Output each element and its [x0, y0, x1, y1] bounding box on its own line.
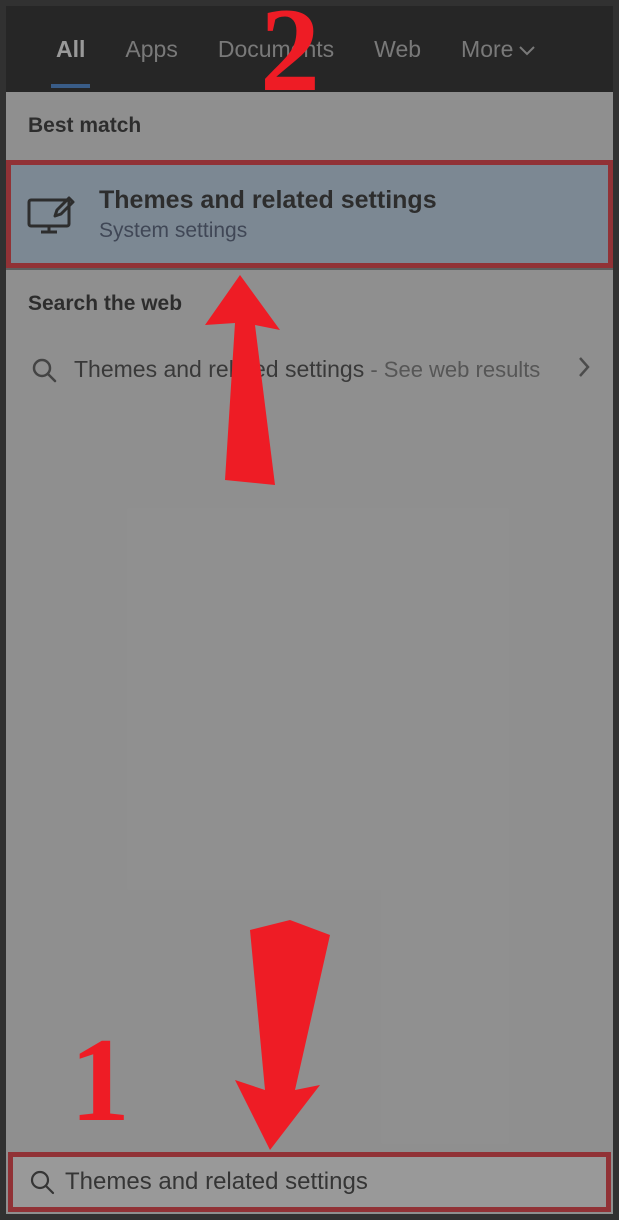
tab-web[interactable]: Web: [354, 6, 441, 92]
best-match-subtitle: System settings: [99, 219, 437, 243]
web-result-suffix: See web results: [384, 357, 541, 382]
web-search-result[interactable]: Themes and related settings - See web re…: [6, 338, 613, 401]
tab-more-label: More: [461, 36, 513, 63]
search-icon: [25, 1169, 59, 1195]
chevron-down-icon: [519, 36, 535, 63]
taskbar-search-box[interactable]: [8, 1152, 611, 1212]
web-result-text: Themes and related settings - See web re…: [74, 354, 571, 385]
tab-more[interactable]: More: [441, 6, 555, 92]
search-filter-tabbar: All Apps Documents Web More: [6, 6, 613, 92]
chevron-right-icon: [571, 356, 597, 384]
tab-apps[interactable]: Apps: [105, 6, 197, 92]
empty-space: [6, 401, 613, 1152]
search-input[interactable]: [59, 1167, 594, 1197]
tab-documents[interactable]: Documents: [198, 6, 354, 92]
best-match-text: Themes and related settings System setti…: [99, 186, 437, 243]
best-match-title: Themes and related settings: [99, 186, 437, 215]
section-header-best-match: Best match: [6, 92, 613, 160]
web-result-sep: -: [364, 357, 384, 382]
search-icon: [24, 356, 64, 384]
web-result-query: Themes and related settings: [74, 356, 364, 382]
best-match-result[interactable]: Themes and related settings System setti…: [6, 160, 613, 268]
tab-all[interactable]: All: [36, 6, 105, 92]
personalize-icon: [25, 186, 81, 242]
start-search-panel: All Apps Documents Web More Best match T…: [6, 6, 613, 1214]
section-header-search-web: Search the web: [6, 270, 613, 338]
